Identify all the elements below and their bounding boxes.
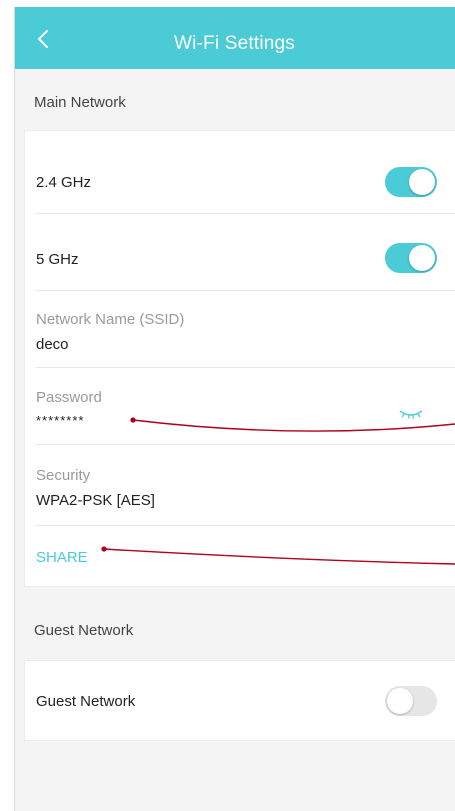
ssid-value: deco bbox=[36, 336, 69, 353]
ssid-label: Network Name (SSID) bbox=[36, 311, 185, 328]
toggle-knob bbox=[409, 169, 435, 195]
ssid-row[interactable]: Network Name (SSID) deco bbox=[25, 290, 455, 367]
band-5-toggle[interactable] bbox=[385, 243, 437, 273]
band-24-toggle[interactable] bbox=[385, 167, 437, 197]
divider bbox=[36, 525, 455, 526]
toggle-knob bbox=[409, 245, 435, 271]
eye-closed-icon[interactable] bbox=[397, 407, 425, 421]
main-network-card: 2.4 GHz 5 GHz Network Name (SSID) deco P… bbox=[25, 131, 455, 586]
guest-network-label: Guest Network bbox=[36, 693, 136, 710]
share-button[interactable]: SHARE bbox=[36, 549, 88, 566]
band-24-row: 2.4 GHz bbox=[25, 131, 455, 207]
guest-network-section-label: Guest Network bbox=[34, 622, 134, 639]
toggle-knob bbox=[387, 688, 413, 714]
security-value: WPA2-PSK [AES] bbox=[36, 492, 155, 509]
security-row[interactable]: Security WPA2-PSK [AES] bbox=[25, 444, 455, 523]
page-title: Wi-Fi Settings bbox=[173, 33, 296, 54]
password-label: Password bbox=[36, 389, 102, 406]
band-5-label: 5 GHz bbox=[36, 251, 79, 268]
guest-network-toggle[interactable] bbox=[385, 686, 437, 716]
password-row[interactable]: Password ******** bbox=[25, 367, 455, 444]
main-network-section-label: Main Network bbox=[34, 94, 126, 111]
band-5-row: 5 GHz bbox=[25, 213, 455, 289]
security-label: Security bbox=[36, 467, 91, 484]
device-frame-edge bbox=[14, 7, 15, 811]
top-bar: Wi-Fi Settings bbox=[14, 7, 455, 69]
phone-screen: Wi-Fi Settings Main Network 2.4 GHz 5 GH… bbox=[14, 7, 455, 811]
guest-network-card: Guest Network bbox=[25, 661, 455, 740]
password-value: ******** bbox=[36, 413, 85, 428]
band-24-label: 2.4 GHz bbox=[36, 174, 92, 191]
